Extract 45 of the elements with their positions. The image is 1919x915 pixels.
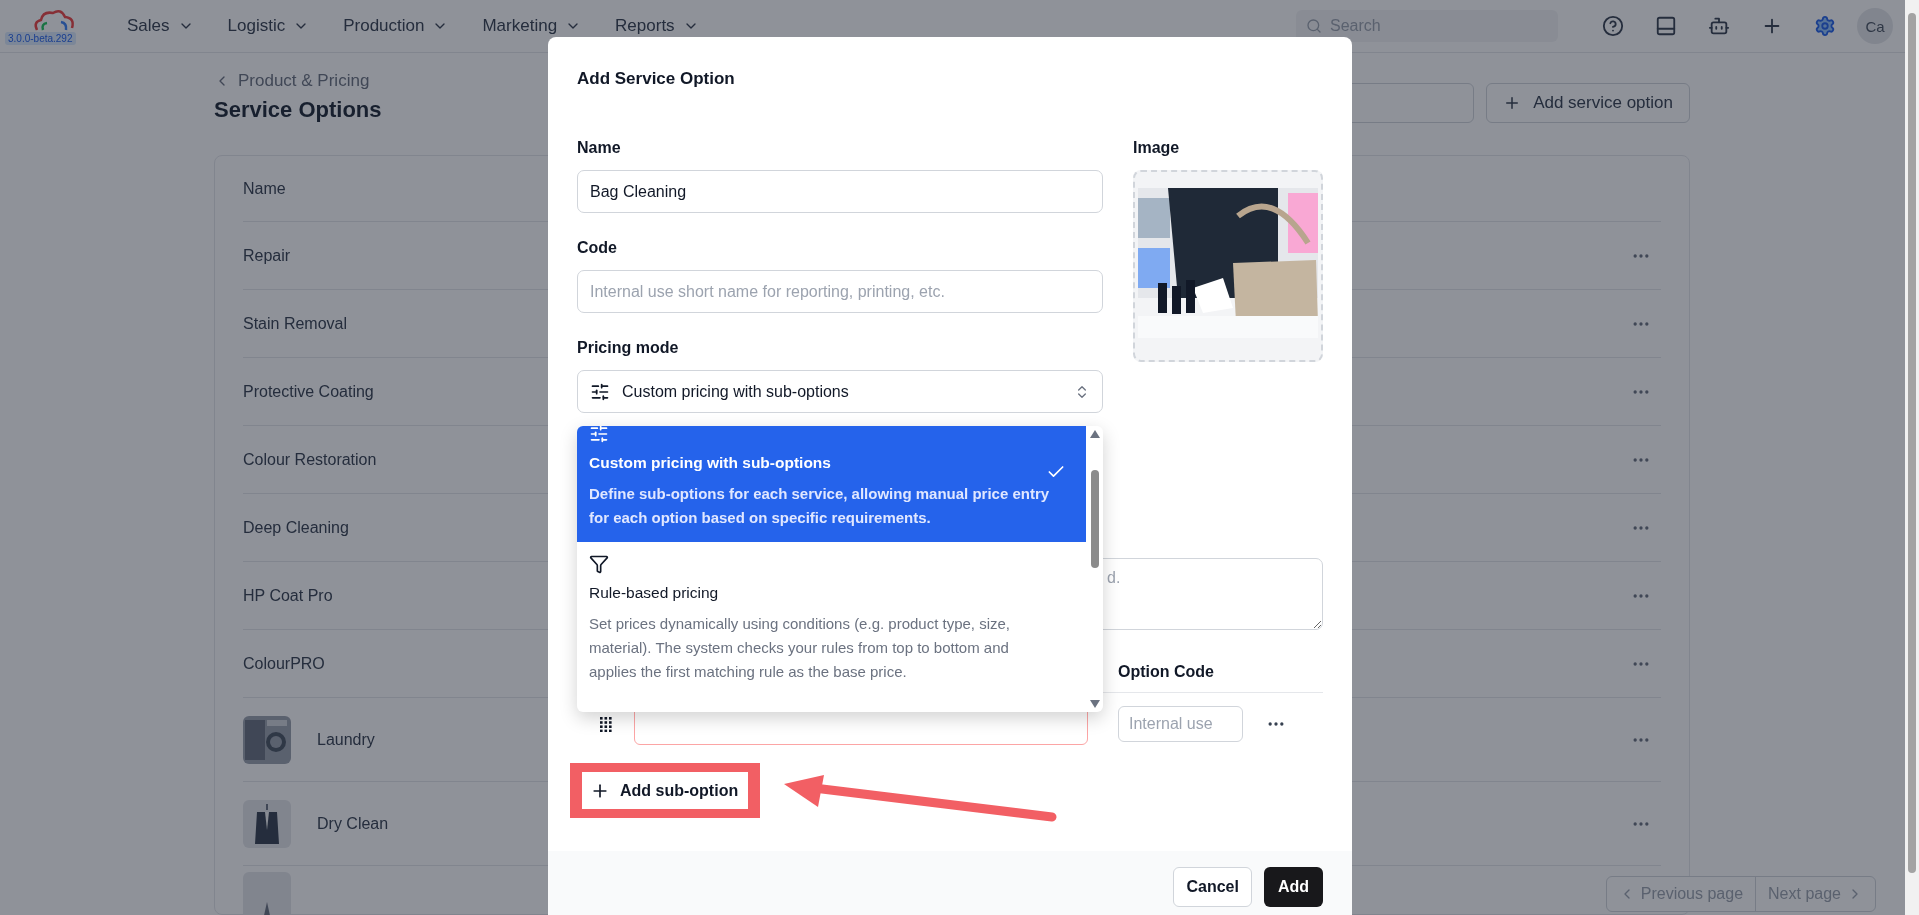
version-badge: 3.0.0-beta.292 [5, 31, 76, 45]
column-header: Name [243, 179, 286, 198]
page-title: Service Options [214, 97, 382, 123]
table-cell: Repair [243, 246, 291, 265]
breadcrumb-link[interactable]: Product & Pricing [214, 71, 382, 91]
table-cell: HP Coat Pro [243, 586, 333, 605]
search-icon [1306, 18, 1322, 34]
nav-menu[interactable]: Logistic [227, 16, 310, 36]
user-avatar[interactable]: Ca [1857, 8, 1893, 44]
table-cell: Deep Cleaning [243, 518, 349, 537]
nav-menu[interactable]: Sales [127, 16, 194, 36]
nav-menu[interactable]: Marketing [482, 16, 582, 36]
scroll-up-icon[interactable] [1089, 430, 1100, 438]
nav-menu[interactable]: Production [343, 16, 449, 36]
field-label: Image [1133, 139, 1181, 157]
table-cell: Stain Removal [243, 314, 348, 333]
sliders-icon [589, 426, 609, 444]
funnel-icon [589, 554, 609, 574]
sliders-icon [590, 381, 610, 402]
table-cell: Colour Restoration [243, 450, 377, 469]
field-label: Name [577, 139, 622, 157]
table-cell: ColourPRO [243, 654, 325, 673]
scrollbar-thumb[interactable] [1908, 13, 1916, 873]
page-scrollbar[interactable] [1905, 0, 1919, 915]
scroll-down-icon[interactable] [1089, 700, 1100, 708]
add-button[interactable]: Add [1263, 867, 1323, 907]
add-sub-option-button[interactable]: Add sub-option [582, 772, 748, 809]
code-field[interactable]: Internal use short name for reporting, printing, etc. [577, 270, 1103, 313]
pricing-mode-select[interactable]: Custom pricing with sub-options [577, 370, 1103, 413]
table-cell: Laundry [317, 730, 375, 749]
drag-handle-icon[interactable] [599, 716, 612, 732]
name-field[interactable]: Bag Cleaning [577, 170, 1103, 213]
add-service-option-button[interactable]: Add service option [1486, 83, 1690, 123]
nav-menu[interactable]: Reports [615, 16, 699, 36]
field-label: Code [577, 239, 618, 257]
option-code-field[interactable]: Internal use [1118, 706, 1243, 742]
table-cell: Dry Clean [317, 814, 389, 833]
column-header: Option Code [1118, 663, 1214, 681]
image-upload[interactable] [1133, 170, 1323, 362]
field-label: Pricing mode [577, 339, 680, 357]
table-cell: Protective Coating [243, 382, 374, 401]
cancel-button[interactable]: Cancel [1173, 867, 1252, 907]
dialog-title: Add Service Option [577, 69, 736, 90]
dropdown-option[interactable]: Custom pricing with sub-options Define sub-options for each service, allowing manual price entry for each option based on specific requirements. [577, 426, 1086, 542]
scrollbar-thumb[interactable] [1090, 470, 1099, 568]
